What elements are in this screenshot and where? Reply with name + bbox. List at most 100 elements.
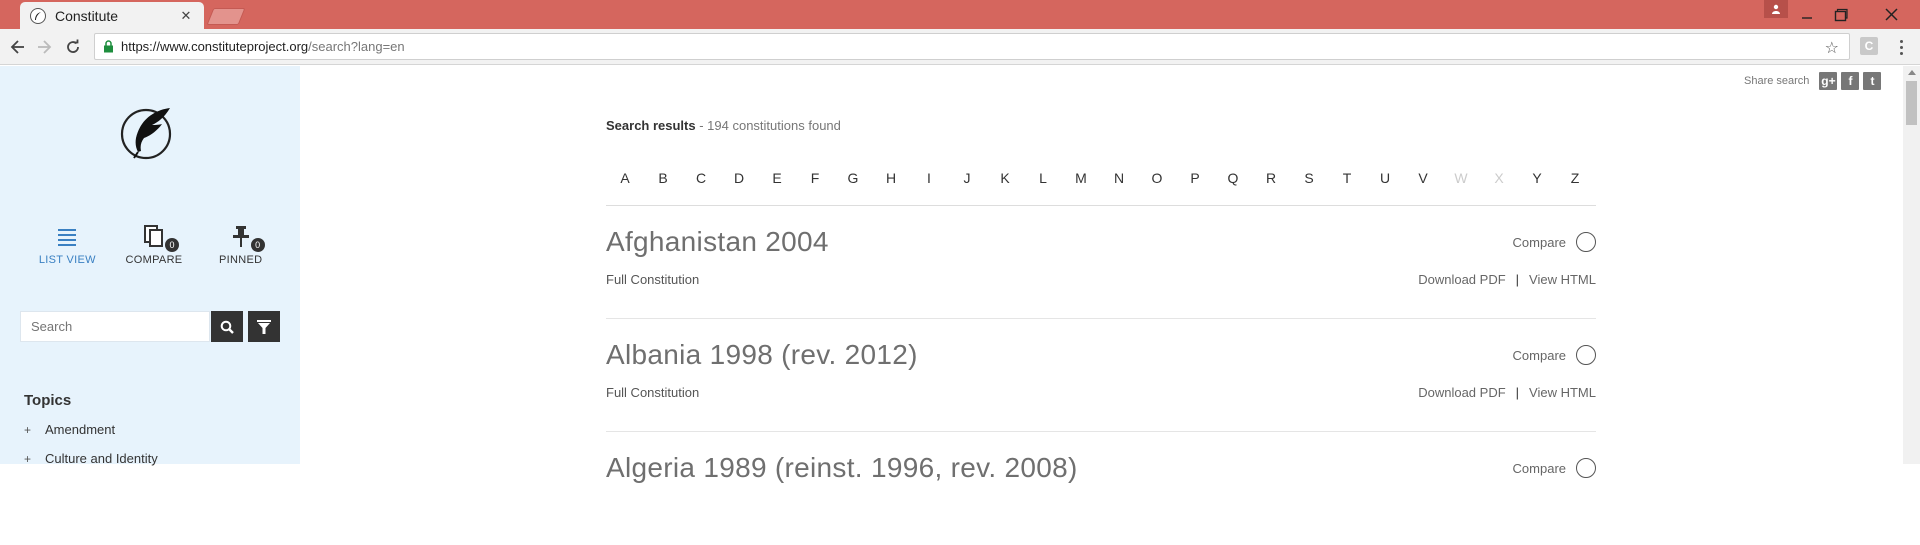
- filter-icon: [257, 319, 271, 334]
- tab-close-icon[interactable]: ✕: [178, 8, 194, 24]
- results-summary: Search results - 194 constitutions found: [606, 118, 841, 133]
- result-type: Full Constitution: [606, 385, 700, 400]
- letter-n[interactable]: N: [1100, 170, 1138, 205]
- compare-toggle[interactable]: Compare: [1513, 345, 1596, 365]
- browser-titlebar: Constitute ✕: [0, 0, 1920, 29]
- letter-m[interactable]: M: [1062, 170, 1100, 205]
- search-icon: [220, 320, 234, 334]
- extension-icon[interactable]: C: [1860, 37, 1878, 55]
- compare-icon: 0: [143, 222, 179, 252]
- browser-toolbar: https://www.constituteproject.org/search…: [0, 29, 1920, 65]
- result-title[interactable]: Afghanistan 2004: [606, 226, 829, 258]
- pinned-view-label: PINNED: [218, 254, 263, 266]
- letter-a[interactable]: A: [606, 170, 644, 205]
- new-tab-button[interactable]: [206, 8, 246, 25]
- letter-k[interactable]: K: [986, 170, 1024, 205]
- filter-button[interactable]: [248, 311, 280, 342]
- browser-tab[interactable]: Constitute ✕: [20, 2, 204, 29]
- letter-i[interactable]: I: [910, 170, 948, 205]
- compare-label: Compare: [1512, 234, 1566, 250]
- url-text: https://www.constituteproject.org/search…: [121, 39, 405, 54]
- letter-t[interactable]: T: [1328, 170, 1366, 205]
- topic-label[interactable]: Amendment: [45, 422, 115, 437]
- letter-x: X: [1494, 170, 1504, 186]
- letter-g[interactable]: G: [834, 170, 872, 205]
- letter-d[interactable]: D: [720, 170, 758, 205]
- topic-item-amendment[interactable]: + Amendment: [24, 415, 158, 444]
- letter-w: W: [1454, 170, 1468, 186]
- letter-l[interactable]: L: [1024, 170, 1062, 205]
- address-bar[interactable]: https://www.constituteproject.org/search…: [94, 33, 1850, 60]
- restore-button[interactable]: [1818, 0, 1864, 29]
- expand-plus-icon[interactable]: +: [24, 452, 45, 466]
- letter-z[interactable]: Z: [1556, 170, 1594, 205]
- compare-toggle[interactable]: Compare: [1513, 232, 1596, 252]
- topic-list: + Amendment + Culture and Identity: [24, 415, 158, 473]
- pinned-count-badge: 0: [250, 238, 265, 252]
- result-item: Albania 1998 (rev. 2012) Compare Full Co…: [606, 319, 1596, 432]
- result-item: Algeria 1989 (reinst. 1996, rev. 2008) C…: [606, 432, 1596, 545]
- sidebar: LIST VIEW 0 COMPARE 0 PINNED Topics + Am…: [0, 66, 300, 466]
- compare-checkbox[interactable]: [1576, 458, 1596, 478]
- view-html-link[interactable]: View HTML: [1529, 272, 1596, 287]
- forward-button[interactable]: [33, 37, 55, 57]
- lock-icon: [101, 40, 115, 54]
- scroll-up-arrow-icon[interactable]: [1908, 70, 1916, 75]
- list-view-button[interactable]: LIST VIEW: [24, 222, 111, 266]
- result-title[interactable]: Albania 1998 (rev. 2012): [606, 339, 918, 371]
- view-switcher: LIST VIEW 0 COMPARE 0 PINNED: [24, 222, 284, 266]
- bookmark-star-icon[interactable]: ☆: [1825, 38, 1839, 58]
- letter-u[interactable]: U: [1366, 170, 1404, 205]
- topic-item-culture-and-identity[interactable]: + Culture and Identity: [24, 444, 158, 473]
- letter-o[interactable]: O: [1138, 170, 1176, 205]
- list-view-label: LIST VIEW: [38, 254, 96, 266]
- search-input[interactable]: [20, 311, 210, 342]
- download-pdf-link[interactable]: Download PDF: [1418, 272, 1505, 287]
- close-window-button[interactable]: [1868, 0, 1914, 29]
- reload-button[interactable]: [62, 37, 84, 57]
- reload-icon: [67, 39, 79, 53]
- letter-v[interactable]: V: [1404, 170, 1442, 205]
- letter-s[interactable]: S: [1290, 170, 1328, 205]
- share-search: Share search g+ f t: [1744, 72, 1882, 90]
- compare-checkbox[interactable]: [1576, 345, 1596, 365]
- results-count: 194 constitutions found: [707, 118, 841, 133]
- page-scrollbar[interactable]: [1903, 66, 1920, 464]
- letter-r[interactable]: R: [1252, 170, 1290, 205]
- download-pdf-link[interactable]: Download PDF: [1418, 385, 1505, 400]
- letter-h[interactable]: H: [872, 170, 910, 205]
- letter-f[interactable]: F: [796, 170, 834, 205]
- chrome-menu-icon[interactable]: [1896, 37, 1906, 57]
- compare-label: Compare: [1512, 347, 1566, 363]
- letter-q[interactable]: Q: [1214, 170, 1252, 205]
- letter-b[interactable]: B: [644, 170, 682, 205]
- letter-c[interactable]: C: [682, 170, 720, 205]
- letter-j[interactable]: J: [948, 170, 986, 205]
- constitute-feather-logo[interactable]: [120, 104, 176, 160]
- scroll-thumb[interactable]: [1906, 81, 1917, 125]
- expand-plus-icon[interactable]: +: [24, 423, 45, 437]
- restore-icon: [1834, 8, 1848, 21]
- back-button[interactable]: [7, 37, 29, 57]
- google-plus-icon[interactable]: g+: [1819, 72, 1838, 90]
- search-button[interactable]: [211, 311, 243, 342]
- view-html-link[interactable]: View HTML: [1529, 385, 1596, 400]
- result-title[interactable]: Algeria 1989 (reinst. 1996, rev. 2008): [606, 452, 1078, 484]
- letter-e[interactable]: E: [758, 170, 796, 205]
- compare-toggle[interactable]: Compare: [1513, 458, 1596, 478]
- result-item: Afghanistan 2004 Compare Full Constituti…: [606, 206, 1596, 319]
- forward-arrow-icon: [38, 40, 52, 54]
- alphabet-index: A B C D E F G H I J K L M N O P Q R S T …: [606, 170, 1596, 206]
- compare-view-button[interactable]: 0 COMPARE: [111, 222, 198, 266]
- compare-view-label: COMPARE: [125, 254, 183, 266]
- compare-checkbox[interactable]: [1576, 232, 1596, 252]
- letter-p[interactable]: P: [1176, 170, 1214, 205]
- twitter-icon[interactable]: t: [1863, 72, 1882, 90]
- letter-y[interactable]: Y: [1518, 170, 1556, 205]
- facebook-icon[interactable]: f: [1841, 72, 1860, 90]
- pinned-view-button[interactable]: 0 PINNED: [197, 222, 284, 266]
- compare-count-badge: 0: [165, 238, 179, 252]
- result-links: Download PDF | View HTML: [1418, 385, 1596, 400]
- list-icon: [57, 222, 77, 252]
- person-icon: [1772, 4, 1780, 14]
